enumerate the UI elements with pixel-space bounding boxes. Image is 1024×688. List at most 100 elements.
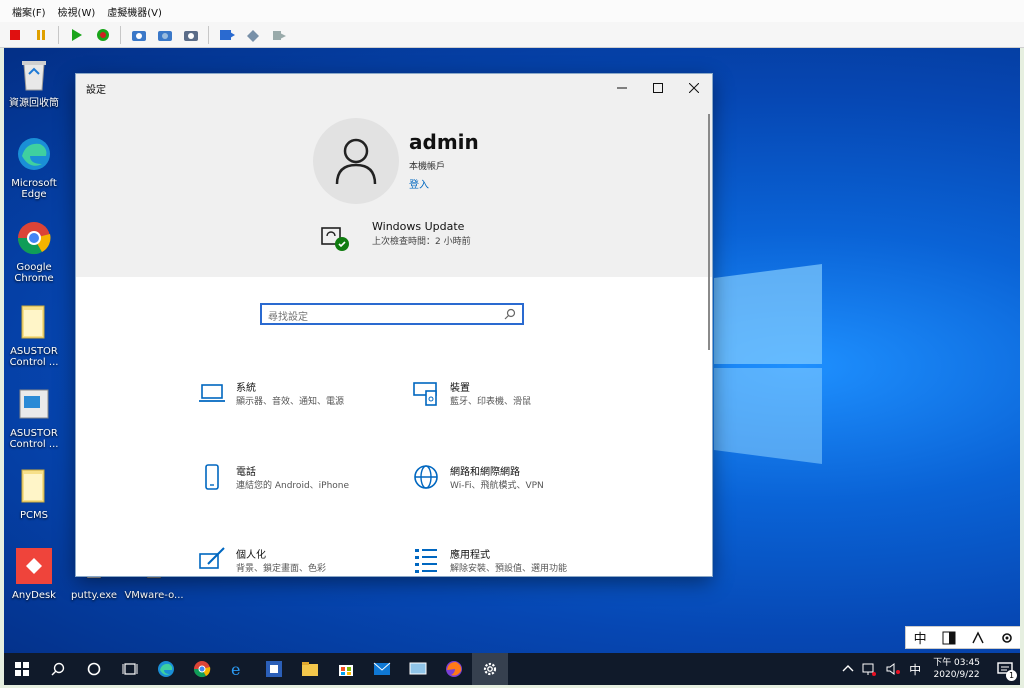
windows-update-icon (321, 227, 349, 251)
account-header: admin 本機帳戶 登入 Windows Update 上次檢查時間：2 小時… (76, 102, 712, 277)
toolbar-divider (120, 25, 121, 44)
taskbar-mail[interactable] (364, 653, 400, 685)
restore-snapshot-button[interactable] (154, 25, 176, 45)
network-icon[interactable] (861, 662, 877, 676)
scrollbar[interactable] (708, 114, 710, 350)
menu-view[interactable]: 檢視(W) (58, 4, 96, 19)
desktop-icon-asustor-app[interactable]: ASUSTOR Control ... (4, 386, 64, 450)
desktop-icon-recycle-bin[interactable]: 資源回收筒 (4, 56, 64, 109)
taskbar-app-monitor[interactable] (400, 653, 436, 685)
desktop-icon-edge[interactable]: Microsoft Edge (4, 136, 64, 200)
taskbar-search-button[interactable] (40, 653, 76, 685)
ime-indicator[interactable]: 中 (909, 661, 921, 678)
restore-snapshot-icon (158, 30, 172, 41)
windows-update-status: 上次檢查時間：2 小時前 (372, 237, 471, 247)
task-view-button[interactable] (112, 653, 148, 685)
clock[interactable]: 下午 03:45 2020/9/22 (933, 657, 980, 681)
avatar[interactable] (313, 118, 399, 204)
start-menu-button[interactable] (4, 653, 40, 685)
user-name: admin (409, 130, 479, 154)
desktop-icon-label: Google Chrome (14, 262, 54, 284)
share-icon (273, 30, 286, 40)
category-system[interactable]: 系統 顯示器、音效、通知、電源 (198, 379, 388, 419)
stop-icon (10, 29, 20, 40)
settings-search-box[interactable] (260, 303, 524, 327)
internet-explorer-icon: e (231, 660, 240, 678)
category-phone[interactable]: 電話 連結您的 Android、iPhone (198, 463, 388, 503)
taskbar-app-blue[interactable] (256, 653, 292, 685)
windows-update-title[interactable]: Windows Update (372, 220, 464, 233)
settings-window: 設定 admin 本機帳戶 登入 Windows Update 上次檢查時間：2… (76, 74, 712, 576)
desktop-icon-label: ASUSTOR Control ... (9, 346, 59, 368)
vm-screen[interactable]: 資源回收筒 Microsoft Edge Google Chrome ASUST… (4, 48, 1020, 685)
volume-icon[interactable] (885, 662, 901, 676)
cortana-button[interactable] (76, 653, 112, 685)
window-title: 設定 (86, 84, 106, 96)
toolbar-divider (208, 25, 209, 44)
share-button[interactable] (268, 25, 290, 45)
action-center-button[interactable]: 1 (990, 653, 1020, 685)
desktop-icon-anydesk[interactable]: AnyDesk (4, 548, 64, 601)
category-personalization[interactable]: 個人化 背景、鎖定畫面、色彩 (198, 546, 388, 576)
task-view-icon (122, 663, 138, 675)
folder-icon (302, 662, 318, 676)
user-icon (335, 138, 377, 185)
reset-button[interactable] (92, 25, 114, 45)
taskbar-settings[interactable] (472, 653, 508, 685)
reset-icon (97, 28, 109, 41)
firefox-icon (446, 661, 462, 677)
cortana-icon (87, 662, 101, 676)
settings-tool-button[interactable] (242, 25, 264, 45)
half-width-icon[interactable] (942, 631, 956, 645)
folder-icon (21, 305, 45, 339)
manage-snapshot-button[interactable] (180, 25, 202, 45)
apps-list-icon (415, 549, 437, 573)
taskbar-store[interactable] (328, 653, 364, 685)
minimize-button[interactable] (604, 74, 640, 102)
category-desc: 解除安裝、預設值、選用功能 (450, 564, 568, 574)
search-icon (504, 308, 516, 320)
stop-button[interactable] (4, 25, 26, 45)
chrome-icon (193, 661, 211, 678)
search-input[interactable] (262, 308, 498, 327)
snapshot-button[interactable] (128, 25, 150, 45)
category-desc: Wi-Fi、飛航模式、VPN (450, 481, 544, 491)
taskbar-chrome[interactable] (184, 653, 220, 685)
clock-date: 2020/9/22 (933, 670, 980, 680)
taskbar-firefox[interactable] (436, 653, 472, 685)
system-tray: 中 下午 03:45 2020/9/22 1 (841, 653, 1020, 685)
chevron-up-icon[interactable] (841, 662, 855, 676)
category-devices[interactable]: 裝置 藍牙、印表機、滑鼠 (412, 379, 602, 419)
svg-text:e: e (231, 660, 240, 678)
clock-time: 下午 03:45 (933, 658, 980, 668)
close-button[interactable] (676, 74, 712, 102)
folder-icon (21, 469, 45, 503)
category-name: 系統 (236, 383, 256, 394)
host-toolbar (0, 22, 1024, 48)
category-name: 個人化 (236, 550, 266, 561)
ime-tools-icon[interactable] (971, 630, 985, 645)
menu-file[interactable]: 檔案(F) (12, 4, 46, 19)
gear-icon[interactable] (1000, 631, 1014, 645)
taskbar-ie[interactable]: e (220, 653, 256, 685)
pause-button[interactable] (30, 25, 52, 45)
menu-vm[interactable]: 虛擬機器(V) (107, 4, 162, 19)
minimize-icon (617, 87, 627, 89)
send-keys-button[interactable] (216, 25, 238, 45)
category-network[interactable]: 網路和網際網路 Wi-Fi、飛航模式、VPN (412, 463, 602, 503)
settings-titlebar[interactable]: 設定 (76, 74, 712, 102)
desktop-icon-pcms[interactable]: PCMS (4, 468, 64, 521)
maximize-button[interactable] (640, 74, 676, 102)
category-apps[interactable]: 應用程式 解除安裝、預設值、選用功能 (412, 546, 602, 576)
login-link[interactable]: 登入 (409, 176, 429, 191)
desktop-icon-chrome[interactable]: Google Chrome (4, 220, 64, 284)
taskbar-edge[interactable] (148, 653, 184, 685)
keyboard-icon (220, 29, 235, 40)
start-button[interactable] (66, 25, 88, 45)
taskbar-file-explorer[interactable] (292, 653, 328, 685)
ime-mode-button[interactable]: 中 (914, 628, 927, 647)
mail-icon (373, 662, 391, 675)
desktop-icon-label: Microsoft Edge (11, 178, 57, 200)
edge-icon (158, 661, 174, 677)
desktop-icon-asustor-folder[interactable]: ASUSTOR Control ... (4, 304, 64, 368)
